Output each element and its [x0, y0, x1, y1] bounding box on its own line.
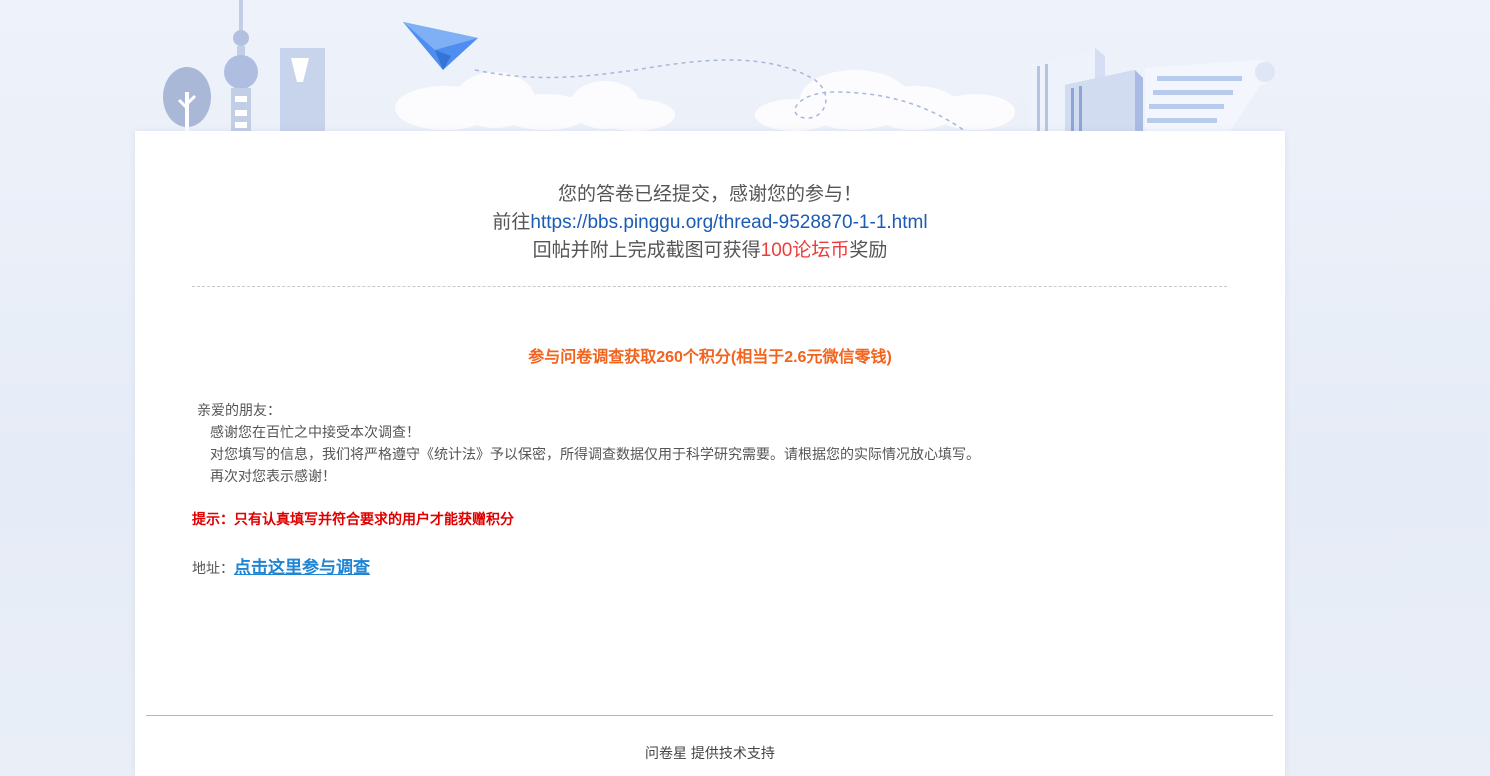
survey-headline: 参与问卷调查获取260个积分(相当于2.6元微信零钱) [528, 349, 892, 366]
reward-prefix: 回帖并附上完成截图可获得 [532, 240, 761, 261]
greeting-line-2: 对您填写的信息，我们将严格遵守《统计法》予以保密，所得调查数据仅用于科学研究需要… [210, 446, 980, 462]
scroll-illustration [1145, 59, 1275, 131]
paper-plane-icon [403, 22, 478, 70]
tip-text: 提示：只有认真填写并符合要求的用户才能获赠积分 [192, 511, 514, 527]
greeting-salutation: 亲爱的朋友： [197, 402, 281, 418]
footer-divider [146, 715, 1273, 716]
greeting-line-1: 感谢您在百忙之中接受本次调查！ [210, 424, 420, 440]
skyscraper-illustration [280, 48, 325, 131]
footer-credit: 问卷星 提供技术支持 [645, 745, 775, 761]
dashed-divider [192, 286, 1227, 287]
submission-message: 您的答卷已经提交，感谢您的参与！ 前往https://bbs.pinggu.or… [135, 181, 1285, 265]
address-label: 地址： [192, 560, 234, 576]
greeting-block: 亲爱的朋友： 感谢您在百忙之中接受本次调查！ 对您填写的信息，我们将严格遵守《统… [197, 399, 980, 487]
greeting-line-3: 再次对您表示感谢！ [210, 468, 336, 484]
thanks-line: 您的答卷已经提交，感谢您的参与！ [557, 184, 862, 205]
reward-line: 回帖并附上完成截图可获得100论坛币奖励 [135, 237, 1285, 265]
tv-tower-illustration [224, 0, 258, 131]
cloud-illustration [395, 70, 1015, 131]
content-card: 您的答卷已经提交，感谢您的参与！ 前往https://bbs.pinggu.or… [135, 131, 1285, 776]
reward-suffix: 奖励 [849, 240, 888, 261]
header-banner [163, 0, 1275, 131]
survey-link[interactable]: 点击这里参与调查 [234, 558, 370, 577]
tree-illustration [163, 67, 211, 131]
thread-link[interactable]: https://bbs.pinggu.org/thread-9528870-1-… [530, 212, 927, 233]
reward-amount: 100论坛币 [760, 240, 850, 261]
thread-prefix: 前往 [492, 212, 531, 233]
books-illustration [1031, 48, 1143, 131]
address-row: 地址：点击这里参与调查 [192, 553, 370, 578]
thread-line: 前往https://bbs.pinggu.org/thread-9528870-… [135, 209, 1285, 237]
